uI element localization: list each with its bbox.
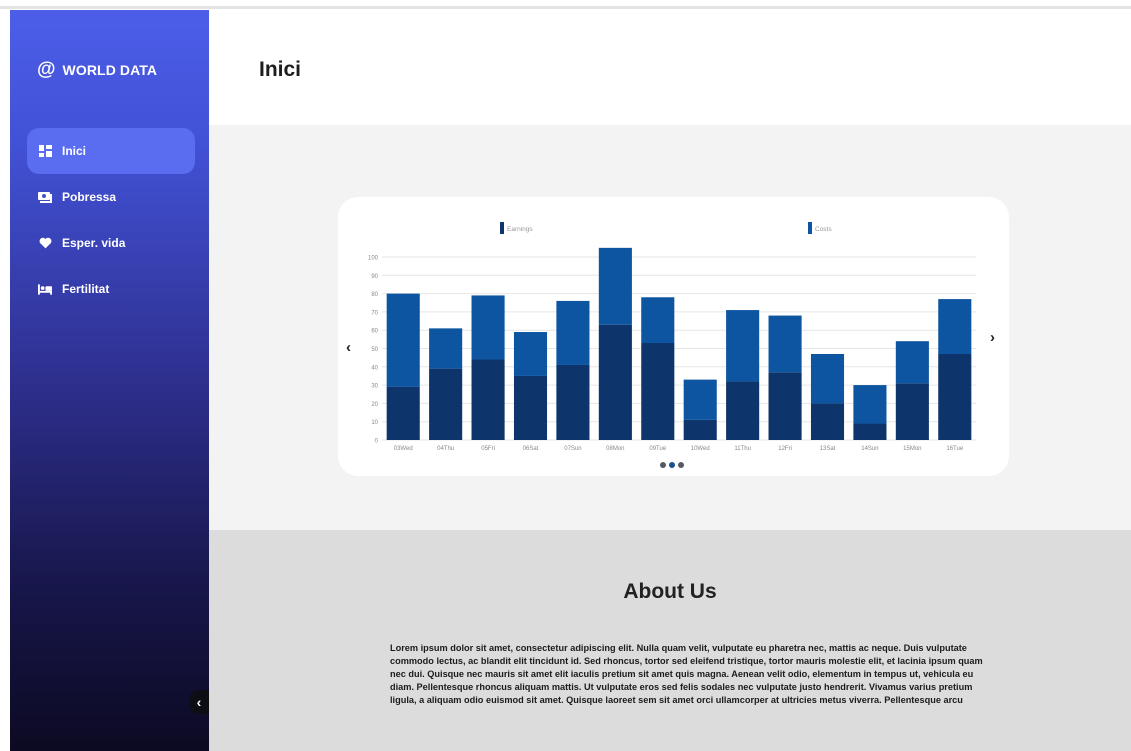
sidebar-nav: Inici Pobressa Esper. vida Fertilitat	[27, 128, 195, 312]
x-tick-label: 09Tue	[649, 446, 666, 452]
sidebar-collapse-button[interactable]: ‹	[189, 690, 209, 714]
bar-earnings	[598, 324, 632, 440]
sidebar-item-label: Pobressa	[62, 190, 117, 204]
legend-label: Earnings	[507, 226, 533, 233]
bar-earnings	[471, 359, 505, 440]
bar-earnings	[641, 343, 675, 440]
x-tick-label: 07Sun	[564, 446, 581, 452]
sidebar-item-pobressa[interactable]: Pobressa	[27, 174, 195, 220]
bar-costs	[895, 341, 929, 384]
y-tick-label: 80	[371, 292, 378, 298]
y-tick-label: 70	[371, 310, 378, 316]
x-tick-label: 11Thu	[734, 446, 751, 452]
carousel-prev-button[interactable]: ‹	[346, 339, 351, 356]
bar-earnings	[513, 375, 548, 440]
bar-costs	[683, 379, 717, 420]
bar-costs	[938, 299, 972, 354]
bar-earnings	[853, 423, 887, 440]
bar-costs	[471, 295, 505, 360]
x-tick-label: 03Wed	[394, 446, 413, 452]
x-tick-label: 10Wed	[691, 446, 710, 452]
y-tick-label: 10	[371, 420, 378, 426]
bar-earnings	[556, 364, 590, 440]
bar-earnings	[768, 372, 802, 440]
about-text: Lorem ipsum dolor sit amet, consectetur …	[390, 643, 983, 706]
page-title: Inici	[259, 58, 302, 81]
chart-carousel-card: 0 10 20 30 40 50 60 70 80 90 100 03Wed 04Thu 05Fri 06S…	[338, 197, 1009, 476]
y-tick-label: 90	[371, 274, 378, 280]
y-tick-label: 40	[371, 365, 378, 371]
carousel-indicators	[660, 462, 684, 468]
at-icon: @	[37, 59, 56, 80]
brand-logo[interactable]: @ WORLD DATA	[37, 60, 157, 79]
legend-swatch	[808, 222, 812, 234]
heart-icon	[38, 237, 52, 249]
main-section: 0 10 20 30 40 50 60 70 80 90 100 03Wed 04Thu 05Fri 06S…	[209, 125, 1131, 530]
carousel-next-button[interactable]: ›	[990, 329, 995, 346]
sidebar-item-fertilitat[interactable]: Fertilitat	[27, 266, 195, 312]
bar-earnings	[683, 419, 717, 440]
y-tick-label: 20	[371, 402, 378, 408]
stacked-bar-chart: 0 10 20 30 40 50 60 70 80 90 100 03Wed 04Thu 05Fri 06S…	[368, 222, 976, 452]
carousel-dot[interactable]	[678, 462, 684, 468]
x-tick-label: 14Sun	[861, 446, 878, 452]
money-icon	[38, 191, 52, 203]
x-tick-label: 13Sat	[820, 446, 836, 452]
x-tick-label: 05Fri	[481, 446, 495, 452]
bar-costs	[768, 315, 802, 373]
sidebar-item-label: Inici	[62, 144, 87, 158]
bar-earnings	[726, 381, 760, 440]
bar-costs	[598, 247, 632, 325]
y-tick-label: 30	[371, 384, 378, 390]
y-tick-label: 0	[375, 439, 379, 445]
chevron-left-icon: ‹	[196, 694, 202, 710]
carousel-dot[interactable]	[669, 462, 675, 468]
sidebar-item-esper-vida[interactable]: Esper. vida	[27, 220, 195, 266]
sidebar-item-label: Esper. vida	[62, 236, 126, 250]
sidebar-item-label: Fertilitat	[62, 282, 110, 296]
bar-earnings	[386, 386, 420, 440]
bar-costs	[726, 310, 760, 382]
sidebar-item-inici[interactable]: Inici	[27, 128, 195, 174]
bar-costs	[641, 297, 675, 344]
x-tick-label: 04Thu	[437, 446, 454, 452]
about-title: About Us	[623, 580, 717, 603]
y-tick-label: 100	[368, 256, 379, 262]
bar-costs	[513, 332, 548, 376]
bar-earnings	[895, 383, 929, 440]
x-tick-label: 15Mon	[903, 446, 921, 452]
page-header: Inici	[209, 10, 1131, 125]
x-tick-label: 08Mon	[606, 446, 624, 452]
bar-costs	[386, 293, 420, 387]
bar-costs	[429, 328, 463, 369]
y-tick-label: 50	[371, 347, 378, 353]
bar-earnings	[429, 368, 463, 440]
dashboard-icon	[38, 145, 52, 157]
x-tick-label: 12Fri	[778, 446, 792, 452]
about-section: About Us Lorem ipsum dolor sit amet, con…	[209, 530, 1131, 751]
legend-swatch	[500, 222, 504, 234]
top-divider	[0, 6, 1131, 9]
bar-earnings	[938, 353, 972, 440]
bar-costs	[853, 385, 887, 424]
y-tick-label: 60	[371, 329, 378, 335]
bar-earnings	[810, 403, 845, 440]
sidebar: @ WORLD DATA Inici Pobressa Esper. vida	[10, 10, 209, 751]
legend-label: Costs	[815, 226, 832, 233]
bar-costs	[810, 353, 845, 404]
x-tick-label: 06Sat	[523, 446, 539, 452]
bed-icon	[38, 283, 52, 295]
bar-costs	[556, 300, 590, 365]
carousel-dot[interactable]	[660, 462, 666, 468]
x-tick-label: 16Tue	[946, 446, 963, 452]
brand-name: WORLD DATA	[62, 61, 158, 78]
